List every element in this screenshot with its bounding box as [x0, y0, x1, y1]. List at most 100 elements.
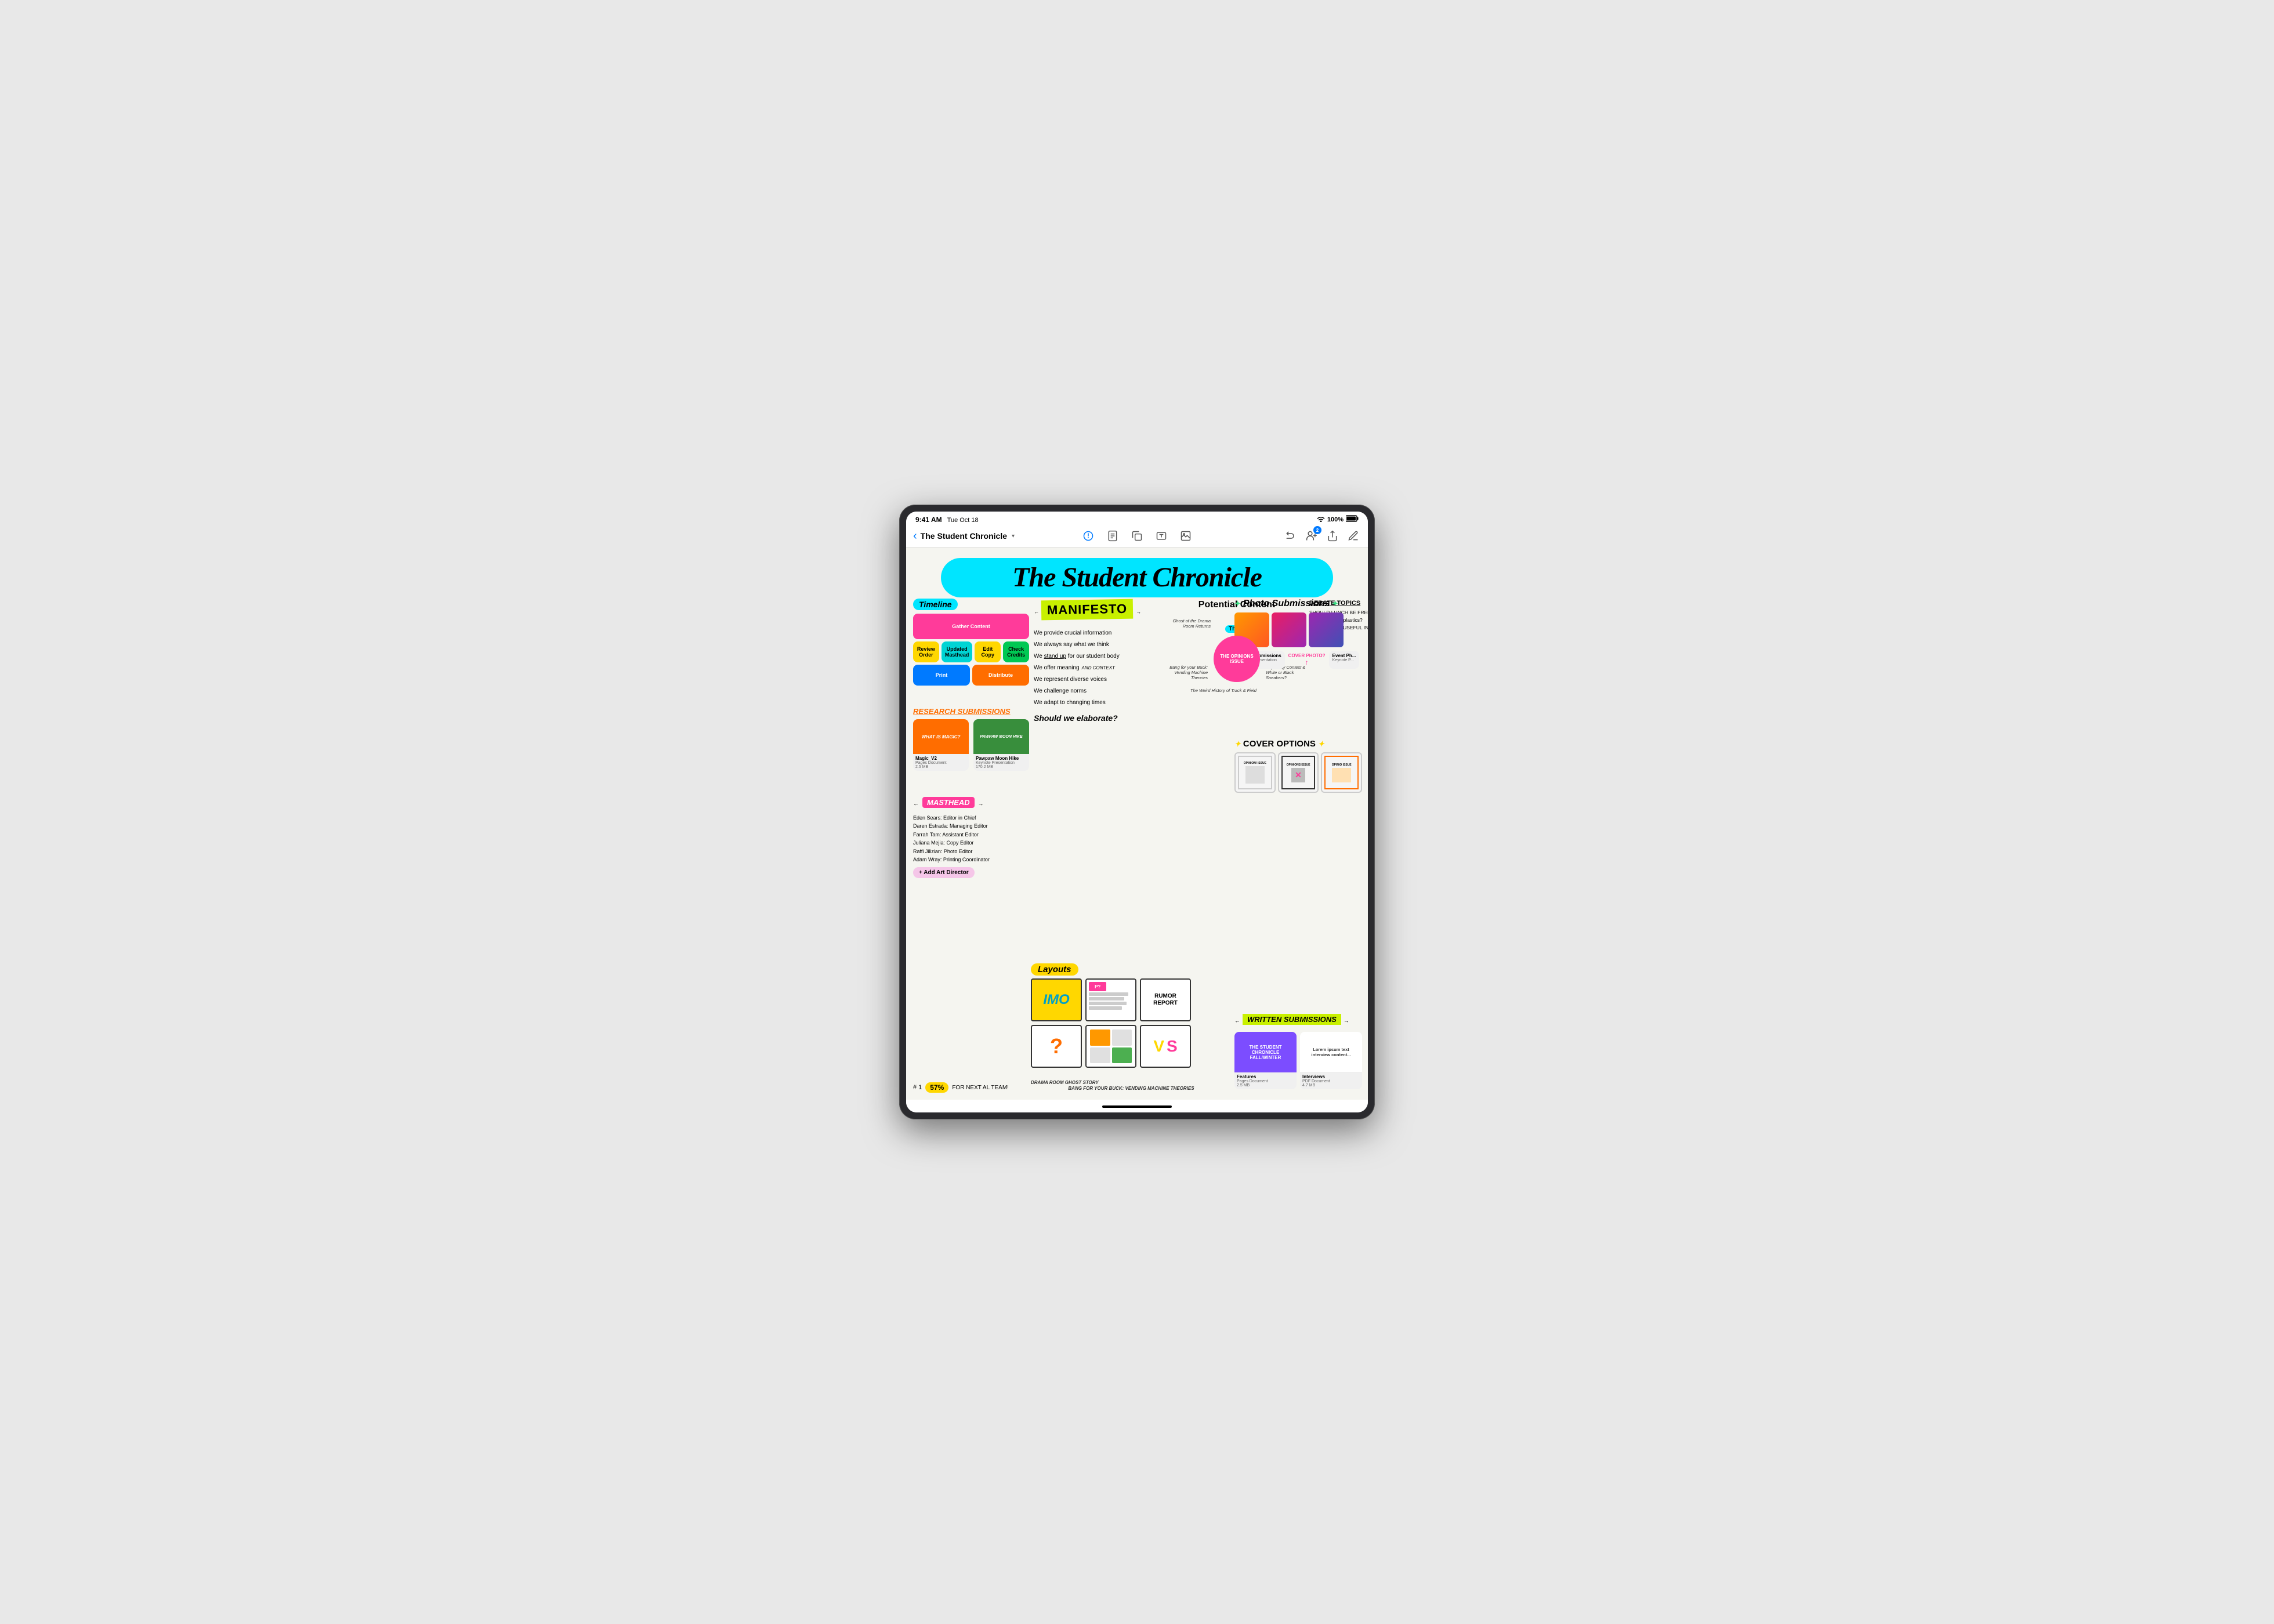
doc-title[interactable]: The Student Chronicle: [921, 531, 1007, 541]
research-file-cards: WHAT IS MAGIC? Magic_V2 Pages Document 2…: [913, 719, 1029, 771]
cover-thumb-2[interactable]: OPINIONS ISSUE ✕: [1278, 752, 1319, 793]
magic-file-type: Pages Document: [915, 761, 966, 765]
pawpaw-file-info: Pawpaw Moon Hike Keynote Presentation 17…: [973, 754, 1029, 771]
collab-button[interactable]: 2: [1304, 528, 1319, 543]
review-order-card[interactable]: Review Order: [913, 641, 939, 662]
interviews-thumbnail: Lorem ipsum text interview content...: [1300, 1032, 1362, 1072]
manifesto-item-6: We adapt to changing times: [1034, 697, 1161, 709]
toolbar-right: 2: [1215, 528, 1361, 543]
masthead-staff-section: ← MASTHEAD → Eden Sears: Editor in Chief…: [913, 797, 1029, 878]
features-name: Features: [1237, 1074, 1294, 1079]
magic-thumbnail: WHAT IS MAGIC?: [913, 719, 969, 754]
content-track: The Weird History of Track & Field: [1190, 688, 1257, 693]
photo-file-card-2[interactable]: Event Ph... Keynote P...: [1329, 651, 1360, 669]
print-card[interactable]: Print: [913, 665, 970, 686]
cover-opt-0-label: OPINION! ISSUE: [1244, 762, 1266, 765]
masthead-staff-list: Eden Sears: Editor in Chief Daren Estrad…: [913, 814, 1029, 864]
pawpaw-thumbnail: PAWPAW MOON HIKE: [973, 719, 1029, 754]
manifesto-item-5: We challenge norms: [1034, 686, 1161, 697]
pawpaw-file-name: Pawpaw Moon Hike: [976, 756, 1027, 761]
magic-file-info: Magic_V2 Pages Document 2.5 MB: [913, 754, 969, 771]
updated-masthead-card[interactable]: Updated Masthead: [942, 641, 973, 662]
add-art-director-button[interactable]: + Add Art Director: [913, 867, 975, 878]
home-indicator[interactable]: [1102, 1105, 1172, 1108]
layout-box[interactable]: [1085, 1025, 1136, 1068]
share-button[interactable]: [1325, 528, 1340, 543]
undo-button[interactable]: [1283, 528, 1298, 543]
layout-thumbnails: IMO P? RUMORREPORT ?: [1031, 978, 1232, 1068]
manifesto-section: ← MANIFESTO → We provide crucial informa…: [1034, 600, 1161, 723]
layout-rumor-report[interactable]: RUMORREPORT: [1140, 978, 1191, 1021]
manifesto-context: AND CONTEXT: [1082, 664, 1115, 673]
manifesto-items: We provide crucial information We always…: [1034, 628, 1161, 709]
written-deco-right: →: [1344, 1018, 1349, 1024]
status-indicators: 100%: [1317, 515, 1359, 524]
edit-mode-button[interactable]: [1346, 528, 1361, 543]
cover-options-title: COVER OPTIONS: [1243, 739, 1316, 749]
timeline-grid: Gather Content Review Order Updated Mast…: [913, 614, 1029, 686]
content-vending: Bang for your Buck: Vending Machine Theo…: [1167, 665, 1208, 680]
masthead-section-title: MASTHEAD: [922, 797, 975, 808]
progress-area: # 1 57% FOR NEXT AL TEAM!: [913, 1082, 1009, 1093]
layouts-title: Layouts: [1031, 963, 1078, 976]
wifi-icon: [1317, 515, 1325, 524]
layout-question[interactable]: ?: [1031, 1025, 1082, 1068]
manifesto-item-1: We always say what we think: [1034, 639, 1161, 651]
copy-tool-button[interactable]: [1129, 528, 1145, 543]
cover-thumb-3[interactable]: OPINIO ISSUE: [1321, 752, 1362, 793]
staff-item-5: Adam Wray: Printing Coordinator: [913, 855, 1029, 864]
timeline-section: Timeline Gather Content Review Order Upd…: [913, 599, 1029, 686]
layout-2[interactable]: P?: [1085, 978, 1136, 1021]
written-submissions-section: ← WRITTEN SUBMISSIONS → THE STUDENT CHRO…: [1234, 1014, 1362, 1089]
layout-imo[interactable]: IMO: [1031, 978, 1082, 1021]
canvas-area[interactable]: The Student Chronicle Timeline Gather Co…: [906, 548, 1368, 1100]
research-title: RESEARCH SUBMISSIONS: [913, 707, 1029, 716]
toolbar-left: ‹ The Student Chronicle ▾: [913, 530, 1059, 543]
content-ghost-drama: Ghost of the Drama Room Returns: [1167, 618, 1211, 629]
drama-room-label: DRAMA ROOM GHOST STORY: [1031, 1080, 1099, 1085]
cover-options-header: ✦ COVER OPTIONS ✦: [1234, 739, 1362, 749]
magic-file-card[interactable]: WHAT IS MAGIC? Magic_V2 Pages Document 2…: [913, 719, 969, 771]
timeline-label: Timeline: [913, 599, 958, 610]
gather-content-card[interactable]: Gather Content: [913, 614, 1029, 639]
manifesto-arrow-left: ←: [1034, 609, 1039, 615]
written-deco-left: ←: [1234, 1018, 1240, 1024]
cover-opt-2-label: OPINIO ISSUE: [1332, 763, 1352, 767]
manifesto-item-3: We offer meaning AND CONTEXT: [1034, 662, 1161, 674]
home-indicator-area: [906, 1100, 1368, 1112]
status-date: Tue Oct 18: [947, 517, 979, 524]
status-time-date: 9:41 AM Tue Oct 18: [915, 516, 979, 524]
mindmap-center-node: THE OPINIONS ISSUE: [1214, 636, 1260, 682]
interviews-type: PDF Document: [1302, 1079, 1360, 1083]
masthead-banner: The Student Chronicle: [941, 558, 1333, 597]
pawpaw-file-type: Keynote Presentation: [976, 761, 1027, 765]
magic-file-size: 2.5 MB: [915, 765, 966, 769]
manifesto-question: Should we elaborate?: [1034, 713, 1161, 723]
text-tool-button[interactable]: [1154, 528, 1169, 543]
collab-badge: 2: [1313, 526, 1321, 534]
toolbar: ‹ The Student Chronicle ▾: [906, 526, 1368, 548]
pawpaw-file-card[interactable]: PAWPAW MOON HIKE Pawpaw Moon Hike Keynot…: [973, 719, 1029, 771]
distribute-card[interactable]: Distribute: [972, 665, 1029, 686]
cover-options-deco: ✦: [1234, 740, 1241, 749]
progress-percent: 57%: [925, 1082, 948, 1093]
interviews-size: 4.7 MB: [1302, 1083, 1360, 1088]
interviews-card[interactable]: Lorem ipsum text interview content... In…: [1300, 1032, 1362, 1089]
written-header: ← WRITTEN SUBMISSIONS →: [1234, 1014, 1362, 1028]
status-bar: 9:41 AM Tue Oct 18 100%: [906, 512, 1368, 526]
pencil-tool-button[interactable]: [1081, 528, 1096, 543]
title-dropdown-arrow[interactable]: ▾: [1012, 533, 1015, 539]
media-tool-button[interactable]: [1178, 528, 1193, 543]
back-button[interactable]: ‹: [913, 530, 917, 543]
features-size: 2.5 MB: [1237, 1083, 1294, 1088]
photo-thumb-3[interactable]: [1309, 612, 1344, 647]
interviews-name: Interviews: [1302, 1074, 1360, 1079]
layout-vs[interactable]: V S: [1140, 1025, 1191, 1068]
check-credits-card[interactable]: Check Credits: [1003, 641, 1029, 662]
photo-thumb-2[interactable]: [1272, 612, 1306, 647]
edit-copy-card[interactable]: Edit Copy: [975, 641, 1001, 662]
battery-text: 100%: [1327, 516, 1344, 523]
document-tool-button[interactable]: [1105, 528, 1120, 543]
cover-thumb-1[interactable]: OPINION! ISSUE: [1234, 752, 1276, 793]
features-card[interactable]: THE STUDENT CHRONICLE FALL/WINTER Featur…: [1234, 1032, 1297, 1089]
